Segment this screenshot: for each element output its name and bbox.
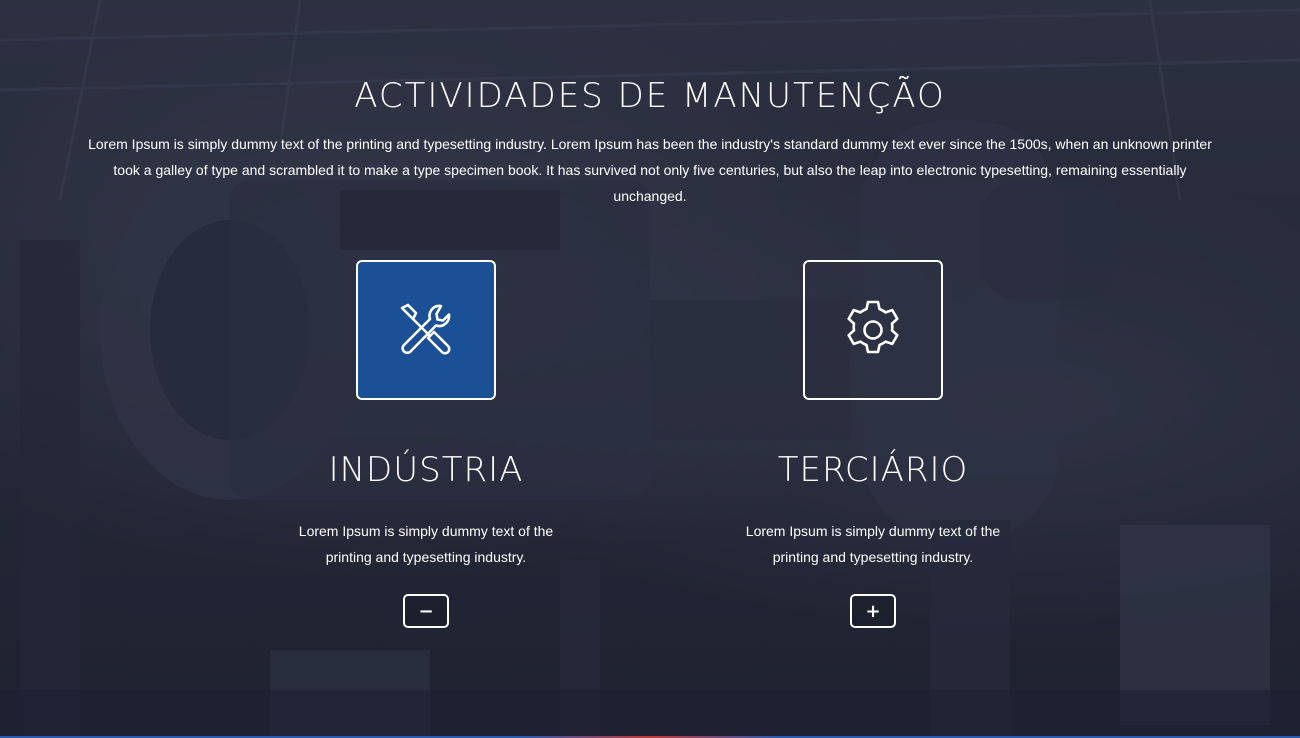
gear-icon xyxy=(847,300,899,354)
maintenance-section: ACTIVIDADES DE MANUTENÇÃO Lorem Ipsum is… xyxy=(0,0,1300,738)
section-title: ACTIVIDADES DE MANUTENÇÃO xyxy=(354,76,946,116)
terciario-icon-box[interactable] xyxy=(803,260,943,400)
section-intro: Lorem Ipsum is simply dummy text of the … xyxy=(88,136,1212,204)
industria-text: Lorem Ipsum is simply dummy text of the … xyxy=(298,523,554,565)
tools-icon xyxy=(400,303,451,355)
industria-icon-box[interactable] xyxy=(356,260,496,400)
card-terciario: TERCIÁRIO Lorem Ipsum is simply dummy te… xyxy=(723,260,1023,628)
industria-title: INDÚSTRIA xyxy=(328,450,524,490)
terciario-text: Lorem Ipsum is simply dummy text of the … xyxy=(745,523,1001,565)
terciario-expand-button[interactable]: + xyxy=(850,594,896,628)
card-industria: INDÚSTRIA Lorem Ipsum is simply dummy te… xyxy=(276,260,576,628)
section-content: ACTIVIDADES DE MANUTENÇÃO Lorem Ipsum is… xyxy=(0,0,1300,738)
industria-collapse-button[interactable]: − xyxy=(403,594,449,628)
terciario-title: TERCIÁRIO xyxy=(777,450,969,490)
